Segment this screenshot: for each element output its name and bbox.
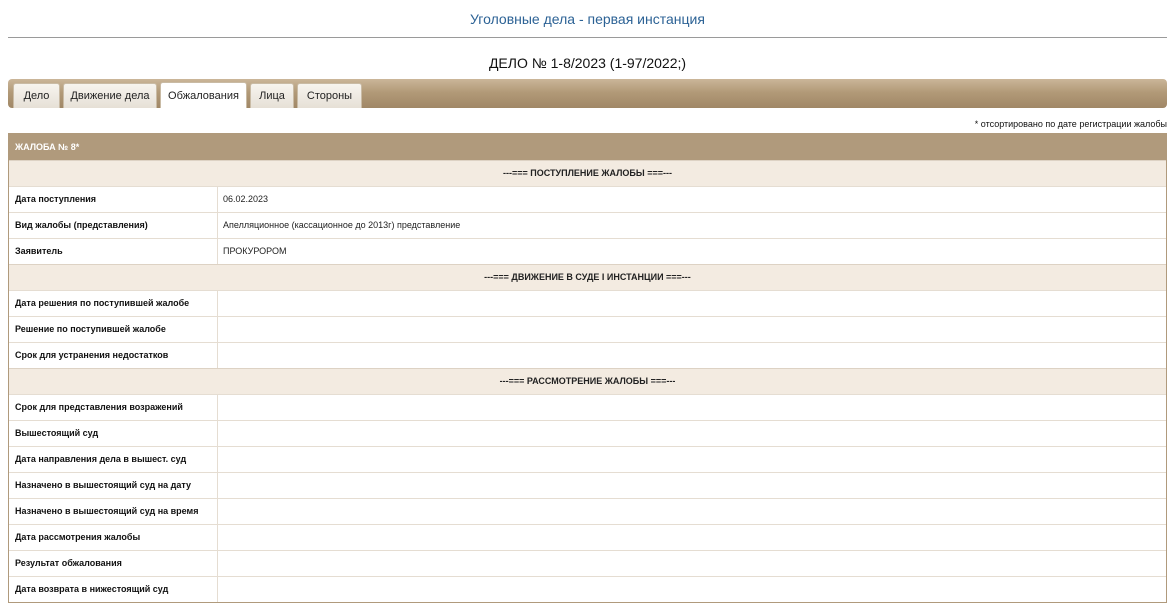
tab-case[interactable]: Дело xyxy=(13,83,60,108)
row-value xyxy=(218,577,1166,602)
table-row: Вид жалобы (представления) Апелляционное… xyxy=(9,212,1166,238)
row-value: ПРОКУРОРОМ xyxy=(223,246,287,256)
sort-note: * отсортировано по дате регистрации жало… xyxy=(974,119,1167,129)
section-header-review: ---=== РАССМОТРЕНИЕ ЖАЛОБЫ ===--- xyxy=(9,368,1166,394)
table-row: Назначено в вышестоящий суд на время xyxy=(9,498,1166,524)
page-title: Уголовные дела - первая инстанция xyxy=(470,11,705,27)
row-label: Заявитель xyxy=(9,239,218,264)
table-row: Дата рассмотрения жалобы xyxy=(9,524,1166,550)
row-value: Апелляционное (кассационное до 2013г) пр… xyxy=(223,220,461,230)
tab-persons[interactable]: Лица xyxy=(250,83,294,108)
table-row: Вышестоящий суд xyxy=(9,420,1166,446)
row-label: Срок для устранения недостатков xyxy=(9,343,218,368)
row-label: Дата поступления xyxy=(9,187,218,212)
appeal-table: ЖАЛОБА № 8* ---=== ПОСТУПЛЕНИЕ ЖАЛОБЫ ==… xyxy=(8,133,1167,603)
tab-case-movement[interactable]: Движение дела xyxy=(63,83,157,108)
row-value: 06.02.2023 xyxy=(223,194,269,204)
section-header-receipt: ---=== ПОСТУПЛЕНИЕ ЖАЛОБЫ ===--- xyxy=(9,160,1166,186)
table-row: Решение по поступившей жалобе xyxy=(9,316,1166,342)
tab-appeals[interactable]: Обжалования xyxy=(160,82,247,108)
table-row: Срок для представления возражений xyxy=(9,394,1166,420)
complaint-header: ЖАЛОБА № 8* xyxy=(9,134,1166,160)
page-header: Уголовные дела - первая инстанция xyxy=(0,0,1171,38)
row-label: Дата решения по поступившей жалобе xyxy=(9,291,218,316)
row-value xyxy=(218,551,1166,576)
table-row: Дата направления дела в вышест. суд xyxy=(9,446,1166,472)
tab-parties[interactable]: Стороны xyxy=(297,83,362,108)
row-label: Дата рассмотрения жалобы xyxy=(9,525,218,550)
row-label: Результат обжалования xyxy=(9,551,218,576)
row-value xyxy=(218,525,1166,550)
row-label: Вид жалобы (представления) xyxy=(9,213,218,238)
section-header-first-instance: ---=== ДВИЖЕНИЕ В СУДЕ I ИНСТАНЦИИ ===--… xyxy=(9,264,1166,290)
row-label: Назначено в вышестоящий суд на время xyxy=(9,499,218,524)
row-label: Срок для представления возражений xyxy=(9,395,218,420)
row-label: Дата направления дела в вышест. суд xyxy=(9,447,218,472)
row-label: Назначено в вышестоящий суд на дату xyxy=(9,473,218,498)
case-number-title: ДЕЛО № 1-8/2023 (1-97/2022;) xyxy=(488,55,687,71)
row-value xyxy=(218,499,1166,524)
row-value xyxy=(218,395,1166,420)
row-value xyxy=(218,291,1166,316)
row-value xyxy=(218,421,1166,446)
table-row: Срок для устранения недостатков xyxy=(9,342,1166,368)
row-label: Вышестоящий суд xyxy=(9,421,218,446)
table-row: Дата поступления 06.02.2023 xyxy=(9,186,1166,212)
table-row: Дата возврата в нижестоящий суд xyxy=(9,576,1166,602)
row-value xyxy=(218,317,1166,342)
row-value xyxy=(218,447,1166,472)
table-row: Дата решения по поступившей жалобе xyxy=(9,290,1166,316)
tab-bar: Дело Движение дела Обжалования Лица Стор… xyxy=(8,79,1167,108)
header-divider xyxy=(8,37,1167,38)
row-label: Дата возврата в нижестоящий суд xyxy=(9,577,218,602)
row-label: Решение по поступившей жалобе xyxy=(9,317,218,342)
table-row: Результат обжалования xyxy=(9,550,1166,576)
row-value xyxy=(218,473,1166,498)
table-row: Заявитель ПРОКУРОРОМ xyxy=(9,238,1166,264)
table-row: Назначено в вышестоящий суд на дату xyxy=(9,472,1166,498)
row-value xyxy=(218,343,1166,368)
